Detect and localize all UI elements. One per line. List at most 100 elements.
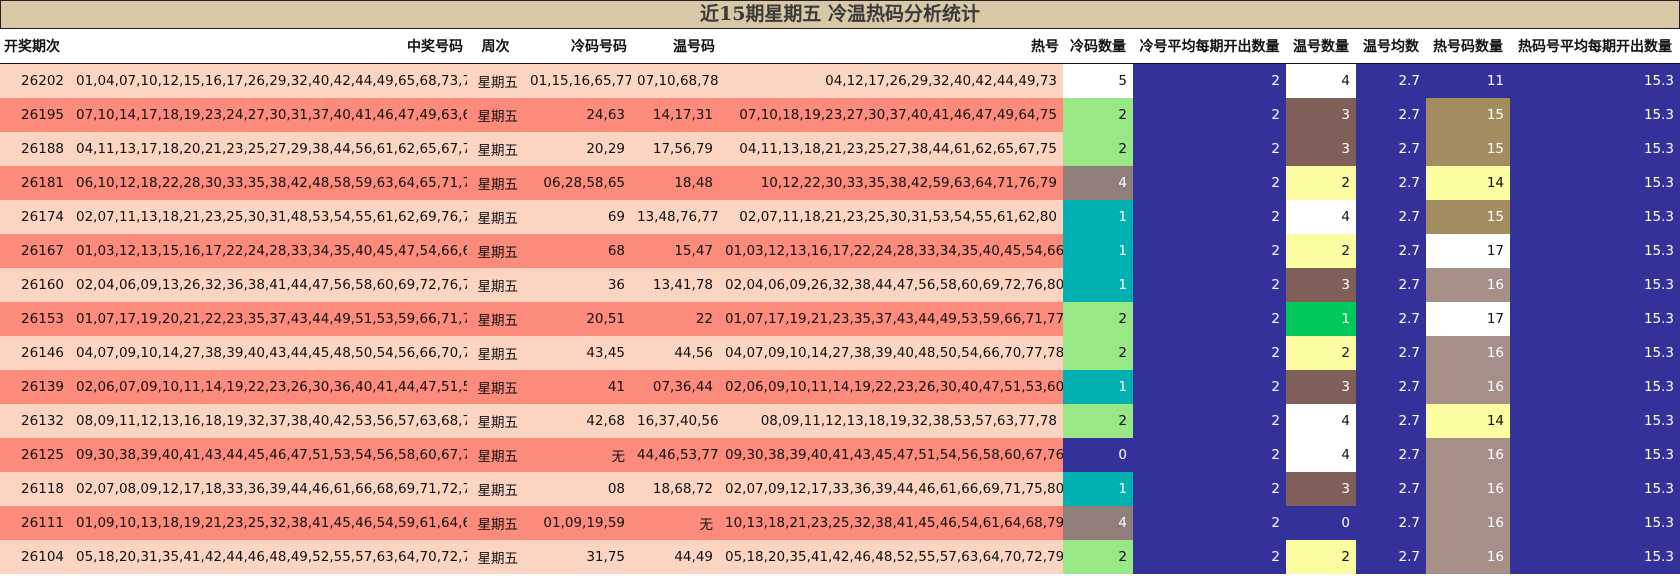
cell-hot-avg: 15.3 — [1510, 506, 1680, 540]
cell-hot-avg: 15.3 — [1510, 472, 1680, 506]
cell-hot-numbers: 10,12,22,30,33,35,38,42,59,63,64,71,76,7… — [719, 166, 1063, 200]
cell-weekday: 星期五 — [467, 268, 524, 302]
cell-cold-avg: 2 — [1133, 506, 1286, 540]
cell-winning-numbers: 02,07,08,09,12,17,18,33,36,39,44,46,61,6… — [70, 472, 467, 506]
cell-winning-numbers: 08,09,11,12,13,16,18,19,32,37,38,40,42,5… — [70, 404, 467, 438]
cell-warm-numbers: 44,49 — [631, 540, 719, 574]
cell-cold-avg: 2 — [1133, 166, 1286, 200]
cell-cold-count: 1 — [1063, 472, 1133, 506]
cell-warm-numbers: 18,48 — [631, 166, 719, 200]
table-row: 26125 09,30,38,39,40,41,43,44,45,46,47,51… — [0, 438, 1680, 472]
cell-hot-avg: 15.3 — [1510, 438, 1680, 472]
cell-hot-avg: 15.3 — [1510, 370, 1680, 404]
cell-cold-numbers: 08 — [524, 472, 631, 506]
cell-warm-numbers: 16,37,40,56 — [631, 404, 719, 438]
cell-warm-count: 3 — [1286, 98, 1356, 132]
cell-warm-numbers: 44,56 — [631, 336, 719, 370]
cell-cold-avg: 2 — [1133, 370, 1286, 404]
cell-cold-avg: 2 — [1133, 302, 1286, 336]
cell-warm-numbers: 18,68,72 — [631, 472, 719, 506]
cell-winning-numbers: 04,07,09,10,14,27,38,39,40,43,44,45,48,5… — [70, 336, 467, 370]
cell-weekday: 星期五 — [467, 302, 524, 336]
cell-hot-numbers: 02,06,09,10,11,14,19,22,23,26,30,40,47,5… — [719, 370, 1063, 404]
col-header-cold: 冷码号码 — [524, 29, 631, 64]
cell-cold-numbers: 41 — [524, 370, 631, 404]
cell-cold-numbers: 43,45 — [524, 336, 631, 370]
cell-winning-numbers: 05,18,20,31,35,41,42,44,46,48,49,52,55,5… — [70, 540, 467, 574]
cell-cold-numbers: 06,28,58,65 — [524, 166, 631, 200]
col-header-cold-count: 冷码数量 — [1063, 29, 1133, 64]
cell-warm-avg: 2.7 — [1356, 336, 1426, 370]
cell-cold-avg: 2 — [1133, 98, 1286, 132]
cell-winning-numbers: 02,04,06,09,13,26,32,36,38,41,44,47,56,5… — [70, 268, 467, 302]
cell-hot-count: 16 — [1426, 336, 1510, 370]
cell-hot-count: 16 — [1426, 506, 1510, 540]
cell-period: 26195 — [0, 98, 70, 132]
cell-hot-avg: 15.3 — [1510, 234, 1680, 268]
cell-hot-avg: 15.3 — [1510, 200, 1680, 234]
cell-hot-numbers: 04,07,09,10,14,27,38,39,40,48,50,54,66,7… — [719, 336, 1063, 370]
cell-hot-count: 16 — [1426, 438, 1510, 472]
cell-cold-numbers: 20,51 — [524, 302, 631, 336]
cell-cold-count: 0 — [1063, 438, 1133, 472]
table-row: 26118 02,07,08,09,12,17,18,33,36,39,44,46… — [0, 472, 1680, 506]
cell-period: 26167 — [0, 234, 70, 268]
cell-period: 26132 — [0, 404, 70, 438]
table-row: 26104 05,18,20,31,35,41,42,44,46,48,49,52… — [0, 540, 1680, 574]
cell-warm-numbers: 44,46,53,77 — [631, 438, 719, 472]
cell-cold-numbers: 20,29 — [524, 132, 631, 166]
cell-cold-count: 4 — [1063, 506, 1133, 540]
cell-cold-numbers: 36 — [524, 268, 631, 302]
cell-warm-avg: 2.7 — [1356, 200, 1426, 234]
cell-cold-avg: 2 — [1133, 438, 1286, 472]
cell-warm-avg: 2.7 — [1356, 506, 1426, 540]
cell-period: 26125 — [0, 438, 70, 472]
cell-winning-numbers: 09,30,38,39,40,41,43,44,45,46,47,51,53,5… — [70, 438, 467, 472]
cell-period: 26174 — [0, 200, 70, 234]
cell-warm-numbers: 07,10,68,78 — [631, 63, 719, 98]
cell-warm-avg: 2.7 — [1356, 370, 1426, 404]
stats-table: 开奖期次 中奖号码 周次 冷码号码 温号码 热号 冷码数量 冷号平均每期开出数量… — [0, 29, 1680, 574]
cell-cold-numbers: 69 — [524, 200, 631, 234]
cell-hot-count: 14 — [1426, 404, 1510, 438]
cell-hot-numbers: 05,18,20,35,41,42,46,48,52,55,57,63,64,7… — [719, 540, 1063, 574]
table-row: 26132 08,09,11,12,13,16,18,19,32,37,38,40… — [0, 404, 1680, 438]
cell-cold-avg: 2 — [1133, 404, 1286, 438]
cell-weekday: 星期五 — [467, 98, 524, 132]
table-row: 26195 07,10,14,17,18,19,23,24,27,30,31,37… — [0, 98, 1680, 132]
cell-hot-count: 14 — [1426, 166, 1510, 200]
table-row: 26167 01,03,12,13,15,16,17,22,24,28,33,34… — [0, 234, 1680, 268]
cell-cold-numbers: 68 — [524, 234, 631, 268]
cell-period: 26146 — [0, 336, 70, 370]
cell-weekday: 星期五 — [467, 438, 524, 472]
table-row: 26153 01,07,17,19,20,21,22,23,35,37,43,44… — [0, 302, 1680, 336]
cell-hot-count: 17 — [1426, 302, 1510, 336]
cell-hot-count: 17 — [1426, 234, 1510, 268]
table-row: 26188 04,11,13,17,18,20,21,23,25,27,29,38… — [0, 132, 1680, 166]
cell-hot-numbers: 04,11,13,18,21,23,25,27,38,44,61,62,65,6… — [719, 132, 1063, 166]
cell-winning-numbers: 01,03,12,13,15,16,17,22,24,28,33,34,35,4… — [70, 234, 467, 268]
cell-winning-numbers: 02,06,07,09,10,11,14,19,22,23,26,30,36,4… — [70, 370, 467, 404]
cell-hot-count: 15 — [1426, 98, 1510, 132]
header-row: 开奖期次 中奖号码 周次 冷码号码 温号码 热号 冷码数量 冷号平均每期开出数量… — [0, 29, 1680, 64]
cell-cold-count: 1 — [1063, 268, 1133, 302]
col-header-warm-count: 温号数量 — [1286, 29, 1356, 64]
cell-hot-avg: 15.3 — [1510, 98, 1680, 132]
cell-warm-count: 3 — [1286, 370, 1356, 404]
cell-warm-avg: 2.7 — [1356, 438, 1426, 472]
cell-hot-numbers: 01,03,12,13,16,17,22,24,28,33,34,35,40,4… — [719, 234, 1063, 268]
table-row: 26139 02,06,07,09,10,11,14,19,22,23,26,30… — [0, 370, 1680, 404]
cell-hot-count: 15 — [1426, 132, 1510, 166]
cell-hot-numbers: 02,07,09,12,17,33,36,39,44,46,61,66,69,7… — [719, 472, 1063, 506]
cell-hot-numbers: 04,12,17,26,29,32,40,42,44,49,73 — [719, 63, 1063, 98]
cell-hot-count: 16 — [1426, 268, 1510, 302]
cell-hot-numbers: 09,30,38,39,40,41,43,45,47,51,54,56,58,6… — [719, 438, 1063, 472]
cell-winning-numbers: 02,07,11,13,18,21,23,25,30,31,48,53,54,5… — [70, 200, 467, 234]
cell-cold-numbers: 24,63 — [524, 98, 631, 132]
cell-cold-avg: 2 — [1133, 268, 1286, 302]
cell-warm-avg: 2.7 — [1356, 268, 1426, 302]
cell-hot-numbers: 02,07,11,18,21,23,25,30,31,53,54,55,61,6… — [719, 200, 1063, 234]
cell-cold-numbers: 无 — [524, 438, 631, 472]
cell-hot-numbers: 08,09,11,12,13,18,19,32,38,53,57,63,77,7… — [719, 404, 1063, 438]
cell-warm-count: 2 — [1286, 234, 1356, 268]
